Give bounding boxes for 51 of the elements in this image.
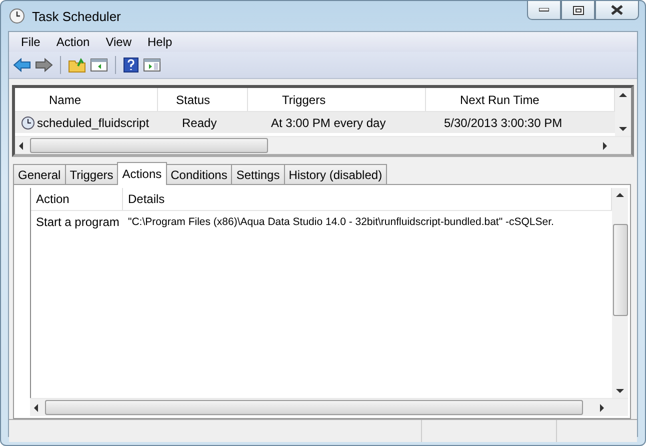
scrollbar[interactable] (612, 188, 628, 398)
scroll-down-icon[interactable] (619, 127, 627, 131)
menu-item[interactable]: View (98, 35, 140, 49)
tab[interactable]: Triggers (64, 164, 118, 184)
close-button[interactable] (595, 1, 639, 20)
table-cell-text: 5/30/2013 3:00:30 PM (444, 116, 564, 130)
table-cell-text: "C:\Program Files (x86)\Aqua Data Studio 14.0 - 32bit\runfluidscript-bundled.bat" -cSQLSer. (127, 216, 554, 228)
column-header[interactable]: Name (15, 88, 158, 111)
table-cell-text: Ready (181, 116, 218, 130)
maximize-icon (572, 6, 584, 14)
panel-icon[interactable] (143, 57, 161, 73)
back-arrow-icon[interactable] (13, 57, 31, 73)
table-cell-text: scheduled_fluidscript (37, 116, 150, 130)
scrollbar[interactable] (30, 398, 628, 416)
help-icon[interactable] (123, 57, 139, 73)
scroll-thumb[interactable] (30, 138, 268, 153)
minimize-button[interactable] (527, 1, 561, 20)
forward-arrow-icon[interactable] (35, 57, 53, 73)
scroll-up-icon[interactable] (619, 93, 627, 97)
scroll-left-icon[interactable] (34, 404, 38, 412)
window-title: Task Scheduler (32, 8, 121, 24)
table-cell-text: Start a program (35, 215, 120, 229)
scroll-right-icon[interactable] (600, 404, 604, 412)
clock-icon (21, 116, 35, 130)
folder-icon[interactable] (68, 57, 86, 73)
tab[interactable]: Settings (231, 164, 285, 184)
menu-item[interactable]: Help (140, 35, 180, 49)
tab[interactable]: Actions (117, 162, 167, 185)
panel-icon[interactable] (90, 57, 108, 73)
column-header[interactable]: Triggers (248, 88, 426, 111)
task-row[interactable]: scheduled_fluidscript Ready At 3:00 PM every day 5/30/2013 3:00:30 PM (15, 112, 615, 133)
minimize-icon (539, 8, 549, 12)
menu-item[interactable]: File (13, 35, 48, 49)
tab[interactable]: General (13, 164, 66, 184)
scroll-left-icon[interactable] (19, 142, 23, 150)
column-header[interactable]: Status (158, 88, 248, 111)
scroll-thumb[interactable] (45, 400, 583, 415)
scroll-up-icon[interactable] (616, 193, 624, 197)
scrollbar[interactable] (615, 88, 631, 136)
menu-item[interactable]: Action (48, 35, 98, 49)
tab[interactable]: Conditions (166, 164, 232, 184)
clock-icon (9, 8, 25, 24)
close-icon (611, 5, 623, 15)
tab[interactable]: History (disabled) (284, 164, 388, 184)
table-cell-text: At 3:00 PM every day (270, 116, 387, 130)
maximize-button[interactable] (561, 1, 595, 20)
scroll-right-icon[interactable] (603, 142, 607, 150)
scroll-thumb[interactable] (612, 224, 628, 316)
scroll-down-icon[interactable] (616, 389, 624, 393)
scrollbar[interactable] (15, 136, 631, 154)
column-header[interactable]: Action (31, 188, 123, 210)
